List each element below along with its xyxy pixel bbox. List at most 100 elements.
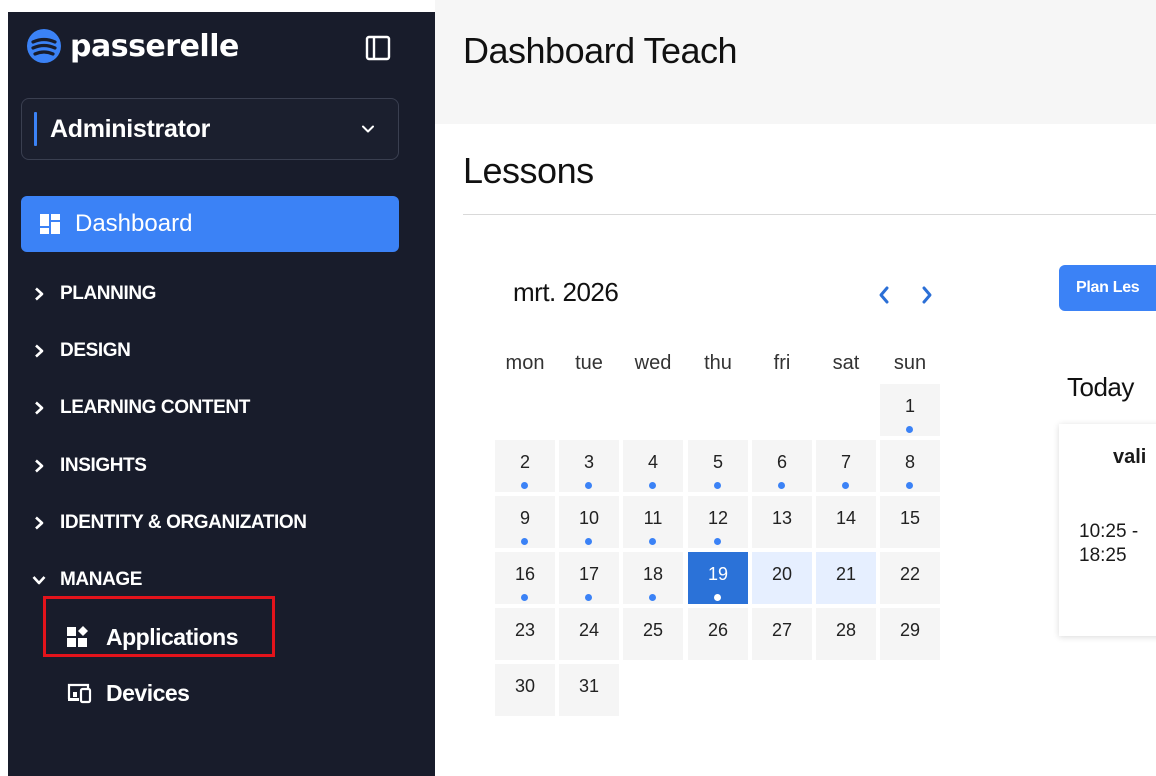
calendar-day[interactable]: 23	[495, 608, 555, 660]
sidebar-section-design[interactable]: DESIGN	[32, 336, 131, 366]
chevron-right-icon	[35, 287, 44, 301]
calendar-day[interactable]: 19	[688, 552, 748, 604]
calendar-day[interactable]: 10	[559, 496, 619, 548]
logo[interactable]: passerelle	[26, 26, 239, 66]
lesson-indicator-dot	[714, 482, 721, 489]
sidebar-section-label: PLANNING	[60, 283, 157, 304]
today-title: Today	[1067, 372, 1134, 402]
calendar-day[interactable]: 20	[752, 552, 812, 604]
calendar-day-number: 27	[771, 620, 793, 640]
sidebar-section-manage[interactable]: MANAGE	[32, 565, 142, 595]
calendar-day-number: 30	[514, 676, 536, 696]
calendar-day[interactable]: 22	[880, 552, 940, 604]
dashboard-icon	[40, 214, 60, 234]
sidebar-item-label: Dashboard	[75, 210, 193, 237]
weekday-label: mon	[505, 352, 545, 374]
brand-name: passerelle	[70, 28, 239, 64]
top-header: Dashboard Teach	[435, 0, 1156, 124]
calendar-day-number: 12	[707, 508, 729, 528]
sidebar-item-label: Devices	[106, 679, 190, 706]
calendar-day[interactable]: 25	[623, 608, 683, 660]
weekday-label: sun	[893, 352, 927, 374]
calendar-day[interactable]: 2	[495, 440, 555, 492]
calendar-day-number: 8	[904, 452, 915, 472]
sidebar-section-label: DESIGN	[60, 340, 131, 361]
calendar-day[interactable]: 11	[623, 496, 683, 548]
calendar-day[interactable]: 21	[816, 552, 876, 604]
calendar-day[interactable]: 14	[816, 496, 876, 548]
sidebar-section-planning[interactable]: PLANNING	[32, 279, 156, 309]
chevron-down-icon	[362, 125, 374, 133]
chevron-right-icon[interactable]	[918, 284, 936, 306]
role-select[interactable]: Administrator	[21, 98, 399, 160]
weekday-label: fri	[773, 352, 791, 374]
calendar-day-number: 15	[899, 508, 921, 528]
calendar-day[interactable]: 31	[559, 664, 619, 716]
chevron-right-icon	[35, 516, 44, 530]
lesson-indicator-dot	[521, 482, 528, 489]
calendar-day[interactable]: 18	[623, 552, 683, 604]
sidebar-section-label: LEARNING CONTENT	[60, 397, 250, 418]
calendar-day[interactable]: 24	[559, 608, 619, 660]
calendar-day-number: 25	[642, 620, 664, 640]
divider	[463, 214, 1156, 215]
sidebar-item-devices[interactable]: Devices	[66, 673, 190, 713]
calendar-day[interactable]: 15	[880, 496, 940, 548]
calendar-day-number: 13	[771, 508, 793, 528]
lesson-indicator-dot	[585, 482, 592, 489]
calendar-day[interactable]: 8	[880, 440, 940, 492]
calendar-day-number: 17	[578, 564, 600, 584]
calendar-day[interactable]: 12	[688, 496, 748, 548]
calendar-day[interactable]: 4	[623, 440, 683, 492]
calendar-day-number: 29	[899, 620, 921, 640]
sidebar-section-identity-organization[interactable]: IDENTITY & ORGANIZATION	[32, 508, 307, 538]
sidebar-section-label: MANAGE	[60, 569, 143, 590]
role-select-value: Administrator	[50, 114, 211, 143]
calendar-day[interactable]: 5	[688, 440, 748, 492]
calendar-day-number: 31	[578, 676, 600, 696]
calendar-day-number: 24	[578, 620, 600, 640]
calendar-day[interactable]: 13	[752, 496, 812, 548]
calendar-day[interactable]: 6	[752, 440, 812, 492]
calendar-day-number: 19	[707, 564, 729, 584]
devices-icon	[67, 683, 92, 704]
calendar-day-number: 16	[514, 564, 536, 584]
calendar-day[interactable]: 1	[880, 384, 940, 436]
calendar-day[interactable]: 3	[559, 440, 619, 492]
calendar-day-number: 6	[776, 452, 787, 472]
calendar-day[interactable]: 16	[495, 552, 555, 604]
sidebar-item-applications[interactable]: Applications	[66, 617, 239, 657]
calendar-day[interactable]: 26	[688, 608, 748, 660]
calendar-day[interactable]: 17	[559, 552, 619, 604]
lesson-card-time-end: 18:25	[1079, 545, 1127, 566]
lessons-title: Lessons	[463, 150, 594, 191]
calendar-day[interactable]: 29	[880, 608, 940, 660]
calendar-day-number: 28	[835, 620, 857, 640]
lesson-indicator-dot	[906, 482, 913, 489]
lesson-indicator-dot	[649, 594, 656, 601]
calendar-day-number: 14	[835, 508, 857, 528]
sidebar: passerelle Administrator Dashboard PLANN…	[0, 0, 435, 776]
sidebar-section-insights[interactable]: INSIGHTS	[32, 451, 147, 481]
sidebar-section-learning-content[interactable]: LEARNING CONTENT	[32, 393, 250, 423]
calendar-day[interactable]: 30	[495, 664, 555, 716]
calendar-day[interactable]: 9	[495, 496, 555, 548]
calendar-day[interactable]: 27	[752, 608, 812, 660]
lesson-indicator-dot	[714, 594, 721, 601]
calendar-day[interactable]: 28	[816, 608, 876, 660]
lesson-indicator-dot	[585, 538, 592, 545]
calendar-day-number: 26	[707, 620, 729, 640]
calendar-day-number: 1	[904, 396, 915, 416]
plan-lesson-button[interactable]: Plan Les	[1059, 265, 1156, 311]
calendar-day-number: 4	[647, 452, 658, 472]
weekday-label: thu	[704, 352, 732, 374]
sidebar-toggle-icon[interactable]	[363, 33, 393, 63]
calendar-day-number: 18	[642, 564, 664, 584]
sidebar-item-dashboard[interactable]: Dashboard	[21, 196, 399, 252]
applications-icon	[67, 626, 88, 647]
lesson-card[interactable]: vali 10:25 - 18:25	[1059, 424, 1156, 636]
calendar-day-number: 21	[835, 564, 857, 584]
calendar-day[interactable]: 7	[816, 440, 876, 492]
chevron-left-icon[interactable]	[875, 284, 893, 306]
lesson-card-name: vali	[1113, 446, 1147, 468]
